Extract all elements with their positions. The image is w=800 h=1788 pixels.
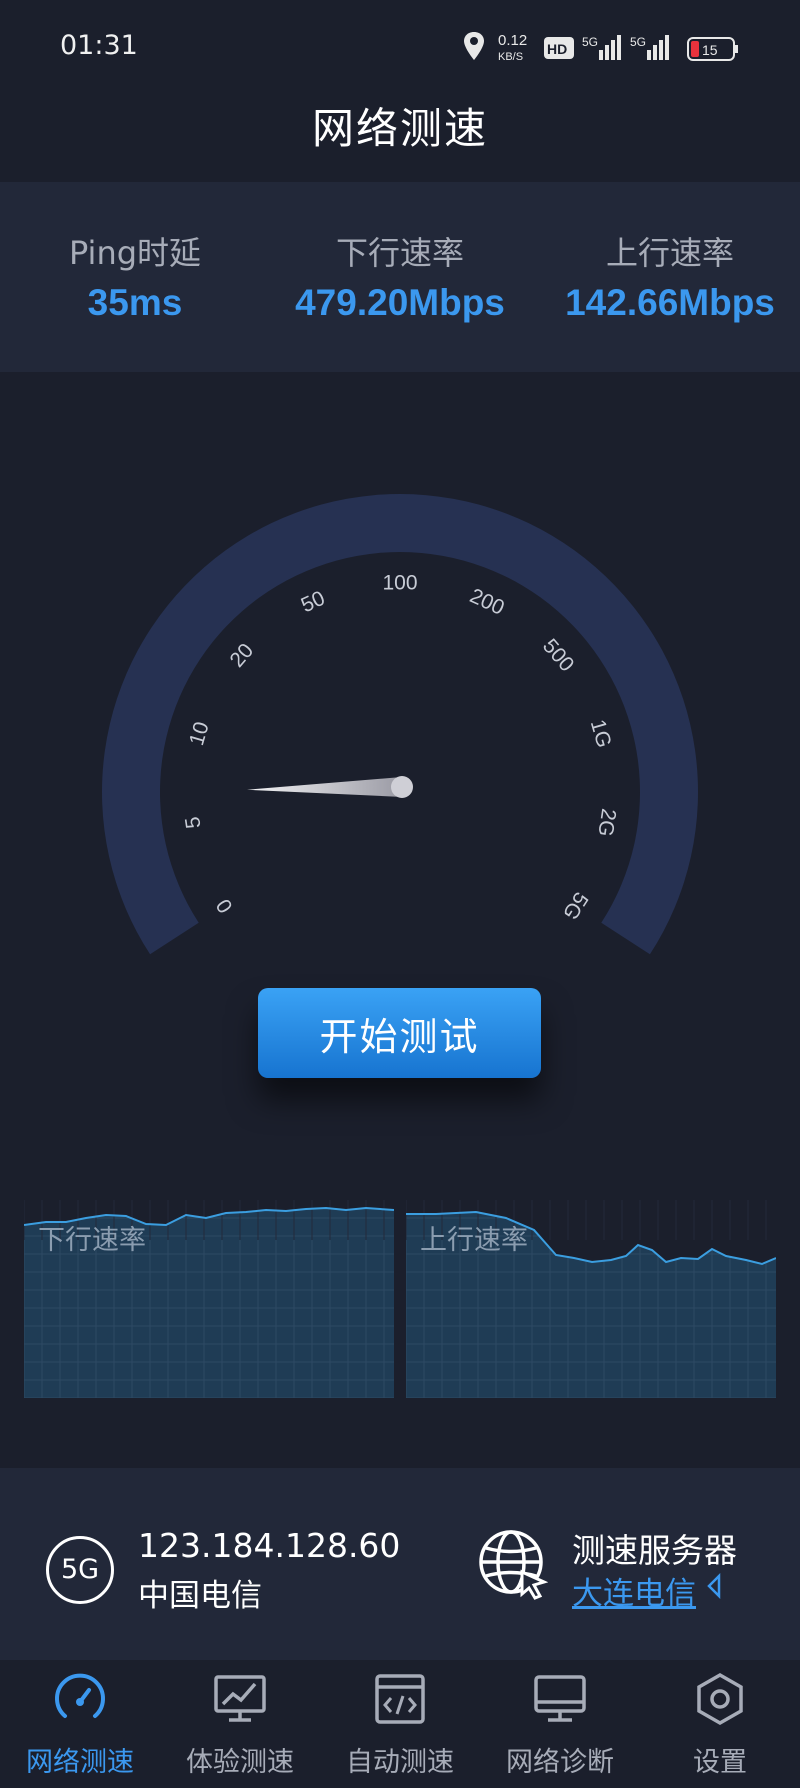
download-value: 479.20Mbps xyxy=(295,282,505,323)
metrics-panel: Ping时延 35ms 下行速率 479.20Mbps 上行速率 142.66M… xyxy=(0,182,800,372)
settings-hexagon-icon xyxy=(697,1672,743,1726)
bottom-nav: 网络测速 体验测速 自动测速 网络诊断 设置 xyxy=(0,1660,800,1788)
desktop-icon xyxy=(534,1675,586,1722)
speedometer-icon xyxy=(55,1673,105,1718)
battery-icon: 15 xyxy=(687,37,738,61)
start-test-button[interactable]: 开始测试 xyxy=(258,988,541,1078)
monitor-chart-icon xyxy=(214,1675,266,1722)
gauge-needle xyxy=(247,776,413,798)
download-chart-label: 下行速率 xyxy=(38,1225,146,1256)
network-type-badge: 5G xyxy=(46,1536,114,1604)
gauge-tick-label: 20 xyxy=(225,639,258,672)
caret-left-icon[interactable] xyxy=(706,1573,722,1599)
gauge-tick-label: 200 xyxy=(466,584,507,620)
code-window-icon xyxy=(375,1674,425,1724)
nav-label-settings: 设置 xyxy=(693,1747,747,1778)
signal-label-2: 5G xyxy=(630,35,646,49)
battery-level: 15 xyxy=(702,42,718,58)
location-icon xyxy=(464,32,484,60)
upload-chart: 上行速率 xyxy=(406,1200,776,1398)
download-metric: 下行速率 479.20Mbps xyxy=(270,228,530,324)
gauge-tick-label: 0 xyxy=(212,895,238,917)
globe-cursor-icon xyxy=(479,1530,548,1600)
page-title: 网络测速 xyxy=(311,104,488,153)
download-chart: 下行速率 xyxy=(24,1200,394,1398)
upload-value: 142.66Mbps xyxy=(565,282,775,323)
nav-item-speed-test[interactable]: 网络测速 xyxy=(0,1660,160,1788)
signal-label-1: 5G xyxy=(582,35,598,49)
server-title: 测速服务器 xyxy=(572,1531,737,1570)
gauge-tick-label: 500 xyxy=(538,635,578,677)
net-speed-unit: KB/S xyxy=(498,51,523,63)
server-select-link[interactable]: 大连电信 xyxy=(572,1568,696,1613)
network-info-panel: 5G 123.184.128.60 中国电信 测速服务器 大连电信 xyxy=(0,1468,800,1660)
status-time: 01:31 xyxy=(60,30,138,61)
status-bar: 01:31 0.12 KB/S HD 5G 5G 15 xyxy=(0,0,800,96)
gauge-tick-labels: 0 5 10 20 50 100 200 500 1G 2G 5G xyxy=(181,572,620,924)
nav-label-speed-test: 网络测速 xyxy=(26,1747,134,1778)
upload-chart-label: 上行速率 xyxy=(420,1225,528,1256)
gauge-tick-label: 2G xyxy=(593,807,620,838)
nav-label-auto-test: 自动测速 xyxy=(346,1747,454,1778)
ping-value: 35ms xyxy=(87,282,183,323)
ping-label: Ping时延 xyxy=(68,234,202,272)
nav-item-auto-test[interactable]: 自动测速 xyxy=(320,1660,480,1788)
nav-label-experience-test: 体验测速 xyxy=(186,1747,294,1778)
ip-address: 123.184.128.60 xyxy=(138,1526,401,1565)
gauge-tick-label: 10 xyxy=(185,719,214,748)
gauge-tick-label: 5G xyxy=(558,888,593,924)
gauge-tick-label: 1G xyxy=(586,717,616,750)
nav-item-settings[interactable]: 设置 xyxy=(640,1660,800,1788)
status-icons: 0.12 KB/S HD 5G 5G 15 xyxy=(464,32,738,63)
signal-5g-icon: 5G xyxy=(582,35,621,60)
gauge-tick-label: 5 xyxy=(181,815,205,830)
nav-item-experience-test[interactable]: 体验测速 xyxy=(160,1660,320,1788)
speed-gauge: 0 5 10 20 50 100 200 500 1G 2G 5G xyxy=(102,493,699,955)
nav-item-diagnosis[interactable]: 网络诊断 xyxy=(480,1660,640,1788)
upload-metric: 上行速率 142.66Mbps xyxy=(540,228,800,324)
hd-label: HD xyxy=(547,41,567,57)
upload-label: 上行速率 xyxy=(605,234,734,272)
carrier-name: 中国电信 xyxy=(138,1578,262,1614)
gauge-tick-label: 50 xyxy=(298,587,329,618)
download-label: 下行速率 xyxy=(335,234,464,272)
ping-metric: Ping时延 35ms xyxy=(60,228,210,324)
net-speed-value: 0.12 xyxy=(498,32,527,49)
nav-label-diagnosis: 网络诊断 xyxy=(506,1747,614,1778)
hd-icon: HD xyxy=(544,37,574,59)
signal-5g-icon-2: 5G xyxy=(630,35,669,60)
gauge-tick-label: 100 xyxy=(382,572,417,595)
